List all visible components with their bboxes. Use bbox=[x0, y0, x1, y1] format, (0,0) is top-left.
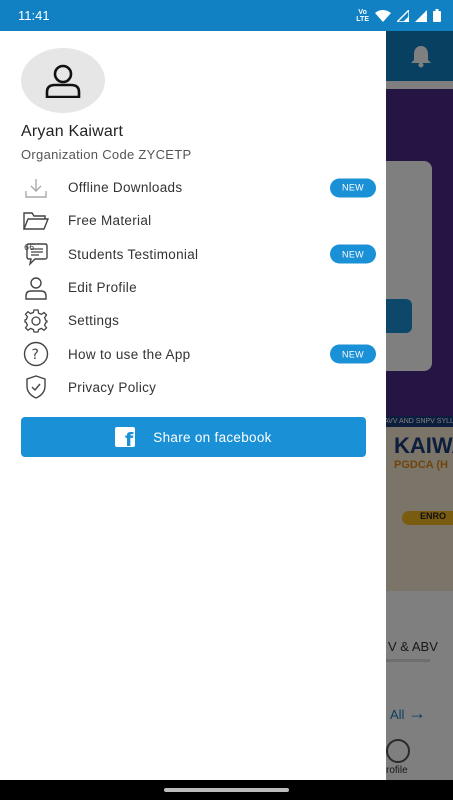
menu-label: How to use the App bbox=[68, 346, 191, 362]
gear-icon bbox=[23, 309, 49, 333]
svg-text:?: ? bbox=[32, 347, 39, 363]
battery-icon bbox=[433, 9, 441, 22]
menu-item-edit-profile[interactable]: Edit Profile bbox=[0, 271, 386, 304]
chat-bubble-icon: 66 bbox=[23, 242, 49, 267]
signal-icon-2 bbox=[415, 9, 427, 22]
menu-label: Privacy Policy bbox=[68, 379, 157, 395]
new-badge: NEW bbox=[330, 178, 376, 198]
new-badge: NEW bbox=[330, 244, 376, 264]
menu-item-settings[interactable]: Settings bbox=[0, 304, 386, 337]
drawer-menu: Offline Downloads NEW Free Material 66 S… bbox=[0, 171, 386, 404]
user-avatar-icon bbox=[45, 64, 81, 98]
status-icons: Vo LTE bbox=[356, 9, 441, 23]
avatar[interactable] bbox=[21, 48, 105, 113]
status-time: 11:41 bbox=[18, 8, 50, 23]
menu-item-how-to-use[interactable]: ? How to use the App NEW bbox=[0, 337, 386, 370]
status-bar: 11:41 Vo LTE bbox=[0, 0, 453, 31]
menu-item-free-material[interactable]: Free Material bbox=[0, 204, 386, 237]
system-nav-bar bbox=[0, 780, 453, 800]
navigation-drawer: Aryan Kaiwart Organization Code ZYCETP O… bbox=[0, 31, 386, 780]
share-on-facebook-button[interactable]: f Share on facebook bbox=[21, 417, 366, 457]
download-icon bbox=[23, 176, 49, 200]
menu-label: Free Material bbox=[68, 213, 152, 229]
volte-indicator: Vo LTE bbox=[356, 8, 369, 23]
menu-item-offline-downloads[interactable]: Offline Downloads NEW bbox=[0, 171, 386, 204]
folder-icon bbox=[23, 209, 49, 233]
new-badge: NEW bbox=[330, 344, 376, 364]
menu-item-students-testimonial[interactable]: 66 Students Testimonial NEW bbox=[0, 238, 386, 271]
menu-item-privacy-policy[interactable]: Privacy Policy bbox=[0, 371, 386, 404]
menu-label: Settings bbox=[68, 313, 120, 329]
organization-code: Organization Code ZYCETP bbox=[21, 147, 192, 162]
signal-icon bbox=[397, 9, 409, 22]
menu-label: Offline Downloads bbox=[68, 180, 183, 196]
user-icon bbox=[23, 276, 49, 300]
wifi-icon bbox=[375, 9, 391, 22]
menu-label: Students Testimonial bbox=[68, 246, 199, 262]
shield-check-icon bbox=[23, 375, 49, 400]
help-icon: ? bbox=[23, 341, 49, 367]
share-button-label: Share on facebook bbox=[153, 429, 272, 445]
facebook-icon: f bbox=[115, 427, 136, 447]
svg-text:66: 66 bbox=[24, 243, 34, 252]
user-name: Aryan Kaiwart bbox=[21, 123, 124, 140]
menu-label: Edit Profile bbox=[68, 280, 137, 296]
home-gesture-pill[interactable] bbox=[164, 788, 289, 792]
